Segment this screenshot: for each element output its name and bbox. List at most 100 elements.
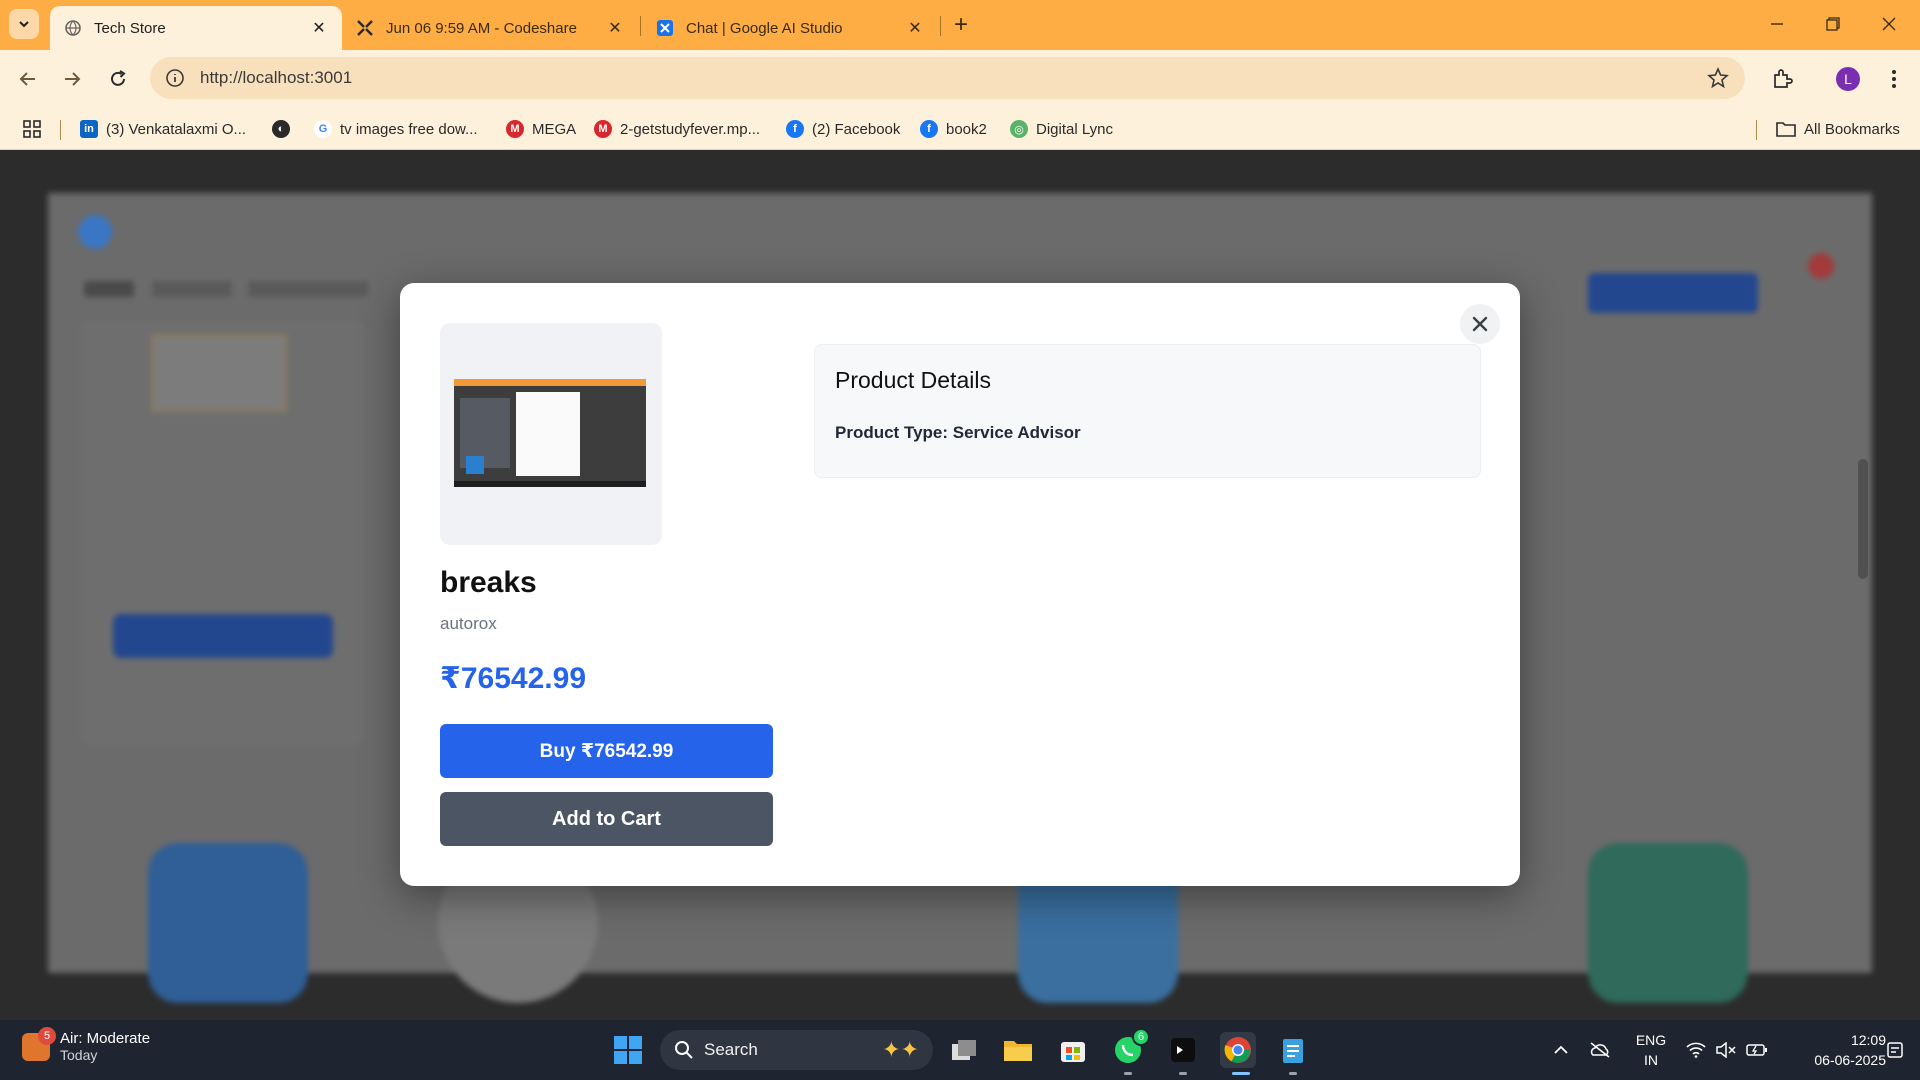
windows-start-icon[interactable] xyxy=(610,1032,646,1068)
back-arrow-icon[interactable] xyxy=(12,63,44,95)
ai-studio-icon xyxy=(657,20,673,36)
tab-title: Tech Store xyxy=(94,19,166,37)
onedrive-off-icon[interactable] xyxy=(1589,1020,1611,1080)
task-view-icon[interactable] xyxy=(946,1032,982,1068)
bookmark-tv-images[interactable]: G tv images free dow... xyxy=(314,108,478,150)
clock-date: 06-06-2025 xyxy=(1814,1052,1886,1068)
close-tab-icon[interactable]: ✕ xyxy=(606,19,624,37)
facebook-icon: f xyxy=(920,120,938,138)
weather-widget[interactable]: 5 Air: Moderate Today xyxy=(22,1026,150,1063)
facebook-icon: f xyxy=(786,120,804,138)
bookmark-label: (2) Facebook xyxy=(812,120,901,138)
product-type-row: Product Type: Service Advisor xyxy=(835,423,1081,443)
avatar-initial: L xyxy=(1836,67,1860,91)
bg-product-thumb xyxy=(151,334,287,412)
thumb-taskbar xyxy=(454,481,646,487)
close-window-icon[interactable] xyxy=(1866,8,1912,40)
bookmark-globe[interactable]: ◐ xyxy=(272,108,298,150)
lang-region: IN xyxy=(1644,1052,1658,1068)
copilot-sparkle-icon: ✦✦ xyxy=(882,1037,919,1062)
address-bar[interactable]: http://localhost:3001 xyxy=(150,57,1745,99)
store-logo-icon xyxy=(78,215,112,249)
input-language[interactable]: ENG IN xyxy=(1634,1030,1668,1070)
apps-grid-icon[interactable] xyxy=(22,108,42,150)
bookmark-facebook[interactable]: f (2) Facebook xyxy=(786,108,900,150)
whatsapp-badge: 6 xyxy=(1132,1028,1150,1046)
tab-tech-store[interactable]: Tech Store ✕ xyxy=(50,6,342,50)
product-image xyxy=(440,323,662,545)
volume-muted-icon[interactable] xyxy=(1716,1020,1736,1080)
bookmark-separator xyxy=(60,120,61,140)
bookmark-digital-lync[interactable]: ◎ Digital Lync xyxy=(1010,108,1113,150)
bg-cart-badge xyxy=(1808,253,1834,279)
running-indicator xyxy=(1232,1072,1250,1075)
minimize-icon[interactable] xyxy=(1754,8,1800,40)
url-text[interactable]: http://localhost:3001 xyxy=(200,68,352,88)
bookmark-label: book2 xyxy=(946,120,987,138)
tab-strip: Tech Store ✕ Jun 06 9:59 AM - Codeshare … xyxy=(0,0,1920,50)
product-type-value: Service Advisor xyxy=(952,423,1081,442)
mega-icon: M xyxy=(506,120,524,138)
globe-icon xyxy=(65,20,81,36)
profile-avatar[interactable]: L xyxy=(1832,63,1864,95)
bookmark-getstudyfever[interactable]: M 2-getstudyfever.mp... xyxy=(594,108,760,150)
tab-search-button[interactable] xyxy=(9,9,39,39)
notifications-icon[interactable] xyxy=(1886,1020,1904,1080)
running-indicator xyxy=(1289,1072,1297,1075)
whatsapp-icon[interactable]: 6 xyxy=(1110,1028,1150,1068)
google-icon: G xyxy=(314,120,332,138)
bg-scrollbar xyxy=(1858,459,1868,579)
file-explorer-icon[interactable] xyxy=(1000,1032,1036,1068)
bookmark-linkedin[interactable]: in (3) Venkatalaxmi O... xyxy=(80,108,246,150)
terminal-app-icon[interactable] xyxy=(1165,1032,1201,1068)
close-tab-icon[interactable]: ✕ xyxy=(310,19,328,37)
close-modal-button[interactable] xyxy=(1460,304,1500,344)
battery-charging-icon[interactable] xyxy=(1746,1020,1768,1080)
new-tab-plus-icon[interactable]: + xyxy=(948,11,974,38)
menu-kebab-icon[interactable] xyxy=(1878,63,1910,95)
search-label: Search xyxy=(704,1040,758,1059)
running-indicator xyxy=(1179,1072,1187,1075)
bg-action-button xyxy=(1588,273,1758,313)
close-tab-icon[interactable]: ✕ xyxy=(906,19,924,37)
tab-codeshare[interactable]: Jun 06 9:59 AM - Codeshare ✕ xyxy=(342,6,638,50)
bookmarks-bar: in (3) Venkatalaxmi O... ◐ G tv images f… xyxy=(0,108,1920,150)
product-details-panel: Product Details Product Type: Service Ad… xyxy=(814,344,1481,478)
product-screenshot-thumbnail xyxy=(454,379,646,487)
bookmark-star-icon[interactable] xyxy=(1707,67,1729,89)
search-icon xyxy=(675,1041,693,1059)
system-clock[interactable]: 12:09 06-06-2025 xyxy=(1786,1030,1886,1070)
tab-separator xyxy=(640,16,641,36)
restore-icon[interactable] xyxy=(1810,8,1856,40)
forward-arrow-icon[interactable] xyxy=(56,63,88,95)
add-to-cart-button[interactable]: Add to Cart xyxy=(440,792,773,846)
bookmark-book2[interactable]: f book2 xyxy=(920,108,987,150)
all-bookmarks[interactable]: All Bookmarks xyxy=(1776,108,1900,150)
reload-icon[interactable] xyxy=(102,63,134,95)
bg-nav-item xyxy=(84,281,134,297)
close-icon xyxy=(1472,316,1488,332)
site-info-icon[interactable] xyxy=(164,67,186,89)
windows-taskbar: 5 Air: Moderate Today Search ✦✦ 6 ENG IN… xyxy=(0,1020,1920,1080)
chrome-icon[interactable] xyxy=(1220,1032,1256,1068)
notepad-icon[interactable] xyxy=(1275,1032,1311,1068)
taskbar-search[interactable]: Search ✦✦ xyxy=(660,1030,933,1070)
wifi-icon[interactable] xyxy=(1686,1020,1706,1080)
bg-nav-item xyxy=(248,281,368,297)
tab-title: Jun 06 9:59 AM - Codeshare xyxy=(386,19,577,37)
buy-button[interactable]: Buy ₹76542.99 xyxy=(440,724,773,778)
product-vendor: autorox xyxy=(440,614,497,633)
product-detail-modal: breaks autorox ₹76542.99 Buy ₹76542.99 A… xyxy=(400,283,1520,886)
tray-overflow-chevron-icon[interactable] xyxy=(1553,1020,1569,1080)
bookmark-label: MEGA xyxy=(532,120,577,138)
extensions-puzzle-icon[interactable] xyxy=(1766,63,1798,95)
bookmark-mega[interactable]: M MEGA xyxy=(506,108,576,150)
tab-google-ai-studio[interactable]: Chat | Google AI Studio ✕ xyxy=(642,6,938,50)
bookmark-label: tv images free dow... xyxy=(340,120,478,138)
bookmark-label: (3) Venkatalaxmi O... xyxy=(106,120,247,138)
product-price: ₹76542.99 xyxy=(440,662,587,695)
microsoft-store-icon[interactable] xyxy=(1055,1032,1091,1068)
mega-icon: M xyxy=(594,120,612,138)
product-name: breaks xyxy=(440,566,537,599)
chevron-down-icon xyxy=(19,21,29,28)
